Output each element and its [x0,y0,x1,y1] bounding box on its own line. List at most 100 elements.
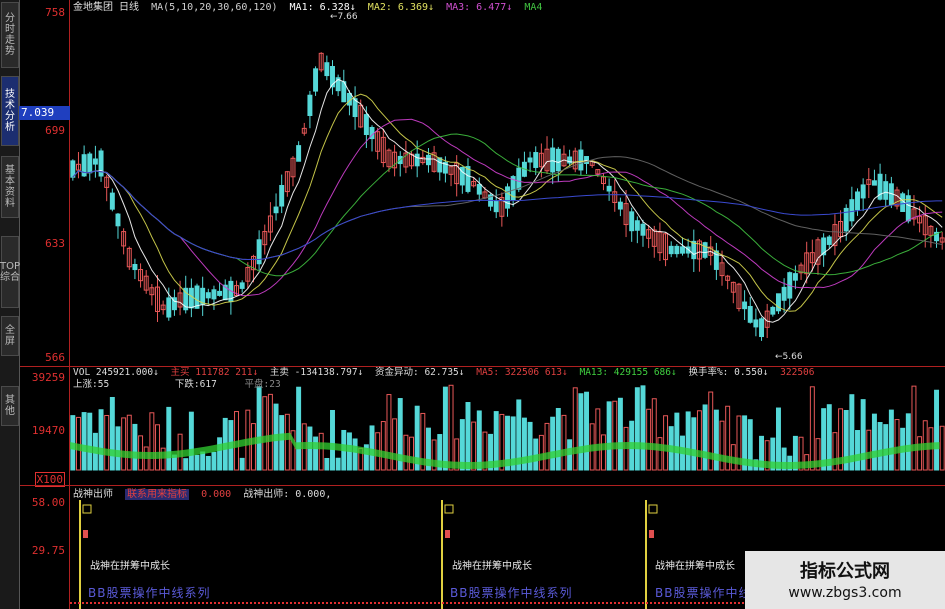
candle-body [674,245,680,255]
volume-bar [612,400,618,471]
volume-bar [578,393,584,471]
volume-bar [939,425,945,471]
volume-bar [691,417,697,471]
volume-bar [894,419,900,471]
volume-bar [917,436,923,471]
candle-body [217,290,223,296]
volume-bar [324,457,330,471]
volume-bar [905,413,911,471]
volume-bar [217,437,223,471]
candle-body [205,292,211,299]
volume-bar [200,451,206,471]
candle-body [414,153,420,167]
volume-bar [634,387,640,471]
indicator-value2: 战神出师: 0.000, [243,489,332,500]
volume-bar [685,411,691,471]
candle-body [781,286,787,301]
volume-bar [109,396,115,471]
candle-body [860,184,866,199]
candle-body [516,167,522,190]
kline-chart[interactable] [70,0,945,609]
volume-axis-label-top: 39259 [31,371,65,384]
volume-bar [584,391,590,471]
volume-bar [104,414,110,471]
ma2-value: MA2: 6.369↓ [367,2,435,13]
down-count: 下跌:617 [174,379,217,390]
candle-body [465,166,471,192]
indicator-value1: 0.000 [201,489,232,500]
volume-bar [160,447,166,471]
volume-bar [149,412,155,471]
indicator-signal-marker [445,530,450,538]
tab-top-composite[interactable]: TOP综合 [0,236,20,308]
volume-bar [188,411,194,471]
candle-body [505,186,510,209]
volume-bar [663,415,669,471]
volume-bar [640,385,646,471]
volume-bar [775,407,781,471]
y-axis: 758 7.039 699 633 566 39259 19470 X100 5… [19,0,70,609]
vol-ma13-value: MA13: 429155 686↓ [579,367,677,378]
candle-body [239,282,245,289]
candle-body [166,297,172,318]
volume-bar [98,409,104,471]
volume-bar [855,430,860,471]
volume-bar [572,387,578,471]
tab-intraday[interactable]: 分时走势 [1,2,19,68]
volume-bar [211,451,217,471]
indicator-series-2: BB股票操作中线系列 [450,586,573,600]
volume-bar [544,422,550,471]
volume-bar [651,398,657,471]
volume-bar [279,415,285,471]
candle-body [307,94,313,117]
indicator-axis-label-top: 58.00 [31,496,65,509]
main-sell-value: 主卖 -134138.797↓ [269,367,364,378]
volume-bar [871,413,877,471]
indicator-signal-marker [444,504,454,514]
volume-bar [561,414,567,471]
volume-bar [696,410,702,471]
candle-body [871,180,877,186]
candle-body [617,201,623,210]
indicator-signal-marker [83,530,88,538]
tab-fullscreen[interactable]: 全屏 [1,316,19,356]
ma3-value: MA3: 6.477↓ [446,2,513,13]
volume-bar [674,412,680,471]
candle-body [363,114,369,136]
tab-other[interactable]: 其他 [1,386,19,426]
volume-bar [296,386,302,471]
indicator-formula: 联系用来指标 [125,489,190,500]
candle-body [759,318,765,338]
volume-bar [239,457,245,471]
volume-bar [465,402,471,471]
indicator-caption-1: 战神在拼筹中成长 [90,561,170,572]
volume-bar [866,429,872,471]
price-axis-label-758: 758 [45,6,65,19]
ma4-value: MA4 [524,2,543,13]
candle-body [132,264,138,271]
volume-bar [115,426,121,471]
vol-value: VOL 245921.000↓ [73,367,159,378]
candle-body [476,183,482,195]
candle-body [555,148,561,172]
indicator-axis-label-mid: 29.75 [31,544,65,557]
volume-bar [911,385,917,471]
volume-bar [87,412,93,471]
candle-body [855,191,860,211]
volume-bar [313,436,319,471]
volume-bar [702,404,708,471]
candle-body [578,149,584,171]
tab-fundamentals[interactable]: 基本资料 [1,156,19,218]
volume-bar [555,407,561,471]
volume-bar [318,432,324,471]
volume-bar [448,384,454,471]
candle-body [493,200,499,213]
volume-bar [888,409,894,471]
current-price-box: 7.039 [19,106,70,120]
indicator-name: 战神出师 [73,489,113,500]
tab-technical[interactable]: 技术分析 [1,76,19,146]
volume-bar [81,412,87,471]
candle-body [680,246,685,254]
candle-body [668,245,674,255]
fund-move-value: 资金异动: 62.735↓ [375,367,465,378]
